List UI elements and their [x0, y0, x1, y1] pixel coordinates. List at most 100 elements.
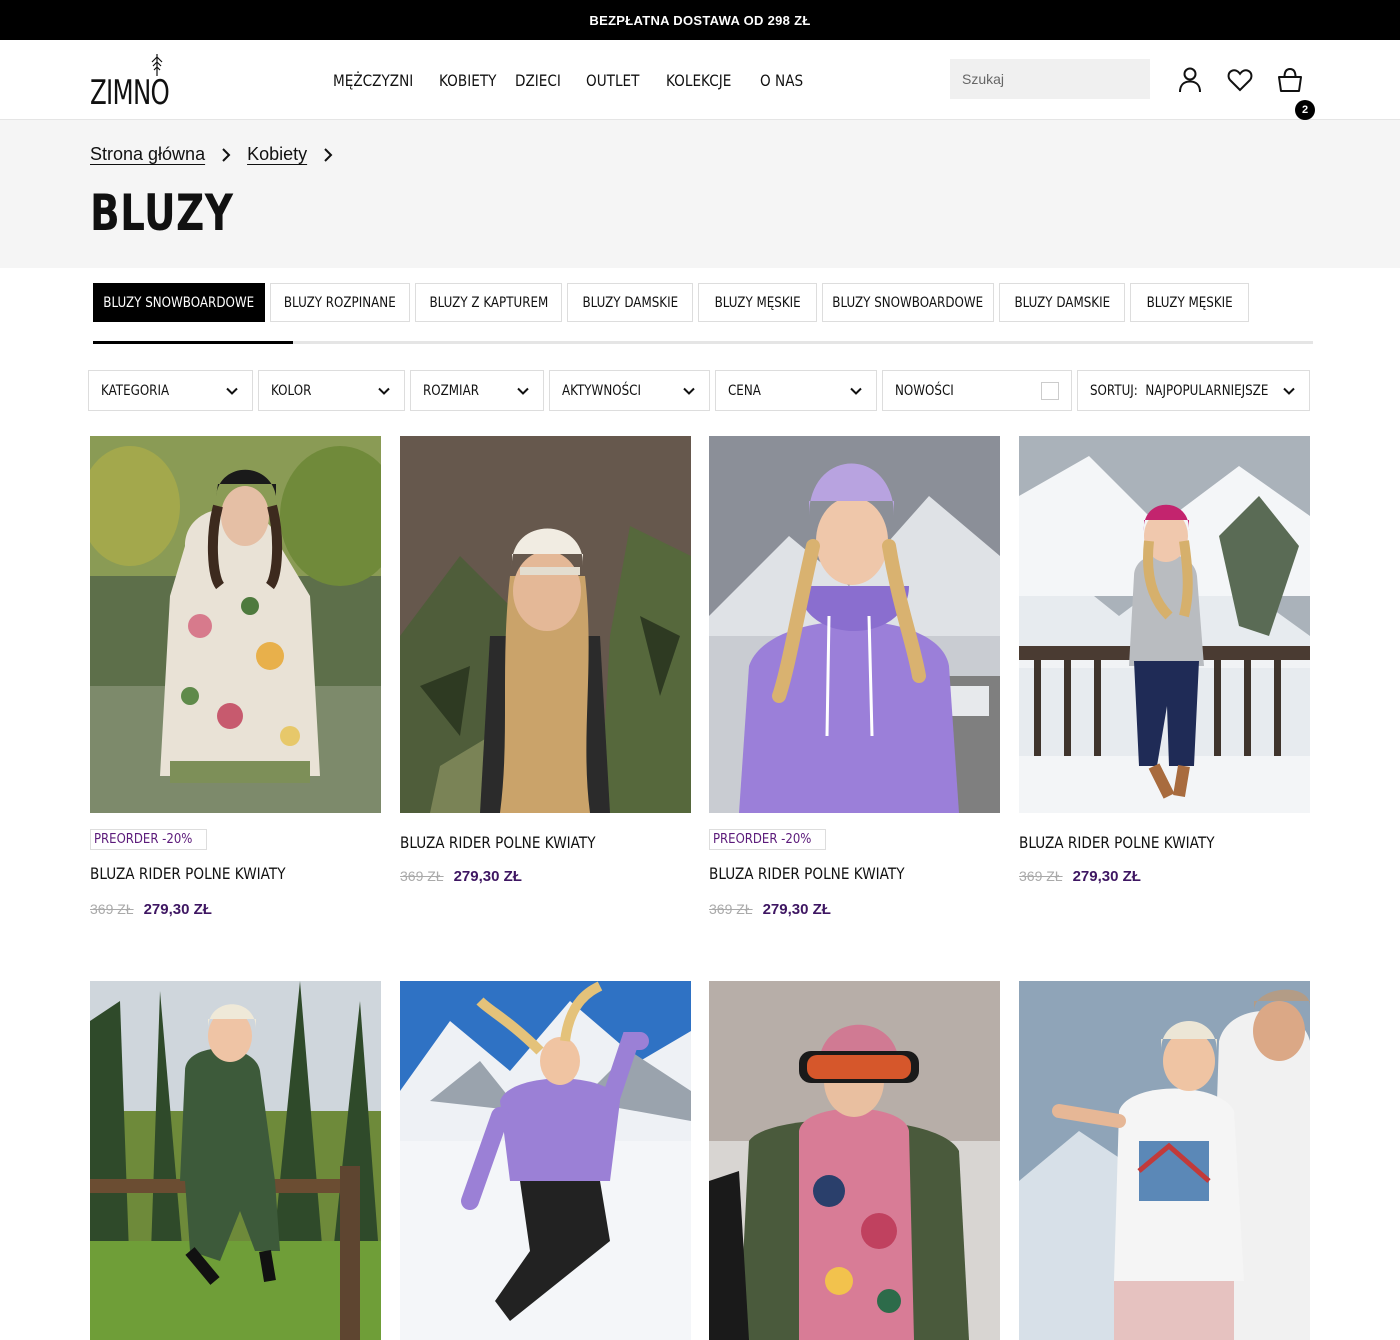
chevron-down-icon: [378, 387, 390, 395]
preorder-badge: PREORDER -20%: [709, 829, 827, 850]
breadcrumb: Strona główna Kobiety: [90, 144, 349, 165]
product-name[interactable]: BLUZA RIDER POLNE KWIATY: [709, 864, 956, 883]
chevron-down-icon: [226, 387, 238, 395]
chevron-down-icon: [683, 387, 695, 395]
free-shipping-text: BEZPŁATNA DOSTAWA OD 298 ZŁ: [589, 12, 811, 28]
product-card[interactable]: [90, 981, 381, 1340]
chip-label: BLUZY MĘSKIE: [714, 294, 801, 311]
chip-zip-hoodies[interactable]: BLUZY ROZPINANE: [270, 283, 410, 322]
sort-label-group: SORTUJ: NAJPOPULARNIEJSZE: [1090, 383, 1268, 399]
product-card[interactable]: PREORDER -20% BLUZA RIDER POLNE KWIATY 3…: [709, 436, 1000, 918]
chip-women-hoodies[interactable]: BLUZY DAMSKIE: [567, 283, 693, 322]
filter-color[interactable]: KOLOR: [258, 370, 405, 411]
product-name[interactable]: BLUZA RIDER POLNE KWIATY: [400, 833, 647, 852]
user-icon[interactable]: [1176, 66, 1204, 94]
chip-men-hoodies-2[interactable]: BLUZY MĘSKIE: [1130, 283, 1249, 322]
nav-item-collections[interactable]: KOLEKCJE: [666, 71, 731, 90]
sale-price: 279,30 ZŁ: [453, 868, 522, 885]
sort-select[interactable]: SORTUJ: NAJPOPULARNIEJSZE: [1077, 370, 1310, 411]
chevron-right-icon: [222, 147, 231, 162]
product-card[interactable]: BLUZA RIDER POLNE KWIATY 369 ZŁ 279,30 Z…: [1019, 436, 1310, 885]
product-name[interactable]: BLUZA RIDER POLNE KWIATY: [1019, 833, 1266, 852]
chip-women-hoodies-2[interactable]: BLUZY DAMSKIE: [999, 283, 1125, 322]
free-shipping-banner: BEZPŁATNA DOSTAWA OD 298 ZŁ: [0, 0, 1400, 40]
new-checkbox[interactable]: [1041, 382, 1059, 400]
product-card[interactable]: PREORDER -20% BLUZA RIDER POLNE KWIATY 3…: [90, 436, 381, 918]
filter-activities[interactable]: AKTYWNOŚCI: [549, 370, 710, 411]
chip-label: BLUZY DAMSKIE: [582, 294, 678, 311]
sale-price: 279,30 ZŁ: [143, 901, 212, 918]
chevron-down-icon: [517, 387, 529, 395]
product-card[interactable]: [1019, 981, 1310, 1340]
nav-item-outlet[interactable]: OUTLET: [586, 71, 639, 90]
product-card[interactable]: [709, 981, 1000, 1340]
old-price: 369 ZŁ: [709, 901, 753, 917]
preorder-badge: PREORDER -20%: [90, 829, 208, 850]
subcategory-chips: BLUZY SNOWBOARDOWE BLUZY ROZPINANE BLUZY…: [93, 283, 1249, 322]
old-price: 369 ZŁ: [400, 868, 444, 884]
chip-snowboard-hoodies[interactable]: BLUZY SNOWBOARDOWE: [93, 283, 265, 322]
chip-label: BLUZY SNOWBOARDOWE: [103, 294, 255, 311]
nav-item-about[interactable]: O NAS: [760, 71, 803, 90]
chevron-right-icon: [324, 147, 333, 162]
filter-label: AKTYWNOŚCI: [562, 382, 641, 399]
nav-item-kids[interactable]: DZIECI: [515, 71, 561, 90]
main-nav: MĘŻCZYZNI KOBIETY DZIECI OUTLET KOLEKCJE…: [333, 40, 820, 120]
category-hero: Strona główna Kobiety BLUZY: [0, 120, 1400, 268]
chip-men-hoodies[interactable]: BLUZY MĘSKIE: [698, 283, 817, 322]
product-image[interactable]: [400, 436, 691, 813]
product-image[interactable]: [90, 981, 381, 1340]
chevron-down-icon: [1283, 387, 1295, 395]
chevron-down-icon: [850, 387, 862, 395]
cart-icon[interactable]: [1276, 66, 1304, 94]
old-price: 369 ZŁ: [1019, 868, 1063, 884]
cart-count-badge: 2: [1295, 100, 1315, 120]
price-row: 369 ZŁ 279,30 ZŁ: [400, 868, 691, 885]
product-card[interactable]: BLUZA RIDER POLNE KWIATY 369 ZŁ 279,30 Z…: [400, 436, 691, 885]
product-image[interactable]: [90, 436, 381, 813]
breadcrumb-women-link[interactable]: Kobiety: [247, 144, 307, 165]
filter-label: KATEGORIA: [101, 382, 170, 399]
site-header: ZIMNO MĘŻCZYZNI KOBIETY DZIECI OUTLET KO…: [0, 40, 1400, 120]
filter-label: NOWOŚCI: [895, 382, 954, 399]
product-image[interactable]: [709, 981, 1000, 1340]
chips-scrollbar-thumb[interactable]: [93, 341, 294, 344]
price-row: 369 ZŁ 279,30 ZŁ: [709, 901, 1000, 918]
filter-label: KOLOR: [271, 382, 312, 399]
filter-size[interactable]: ROZMIAR: [410, 370, 544, 411]
chip-label: BLUZY SNOWBOARDOWE: [832, 294, 984, 311]
logo-wordmark: ZIMNO: [90, 73, 170, 113]
heart-icon[interactable]: [1226, 66, 1254, 94]
search-input[interactable]: [962, 71, 1143, 87]
product-name[interactable]: BLUZA RIDER POLNE KWIATY: [90, 864, 337, 883]
chip-snowboard-hoodies-2[interactable]: BLUZY SNOWBOARDOWE: [822, 283, 994, 322]
filter-new[interactable]: NOWOŚCI: [882, 370, 1072, 411]
chip-hooded-sweatshirts[interactable]: BLUZY Z KAPTUREM: [415, 283, 562, 322]
price-row: 369 ZŁ 279,30 ZŁ: [1019, 868, 1310, 885]
chip-label: BLUZY MĘSKIE: [1146, 294, 1233, 311]
filter-label: ROZMIAR: [423, 382, 479, 399]
product-card[interactable]: [400, 981, 691, 1340]
sale-price: 279,30 ZŁ: [1072, 868, 1141, 885]
product-image[interactable]: [709, 436, 1000, 813]
chips-scrollbar[interactable]: [93, 341, 1313, 344]
page-title: BLUZY: [90, 184, 234, 242]
product-image[interactable]: [400, 981, 691, 1340]
product-image[interactable]: [1019, 981, 1310, 1340]
chip-label: BLUZY ROZPINANE: [284, 294, 396, 311]
price-row: 369 ZŁ 279,30 ZŁ: [90, 901, 381, 918]
filter-label: CENA: [728, 382, 761, 399]
old-price: 369 ZŁ: [90, 901, 134, 917]
breadcrumb-home-link[interactable]: Strona główna: [90, 144, 205, 165]
chip-label: BLUZY DAMSKIE: [1014, 294, 1110, 311]
filter-category[interactable]: KATEGORIA: [88, 370, 253, 411]
filter-price[interactable]: CENA: [715, 370, 877, 411]
zimno-logo[interactable]: ZIMNO: [90, 54, 170, 110]
search-box: [950, 59, 1150, 99]
nav-item-women[interactable]: KOBIETY: [439, 71, 496, 90]
chip-label: BLUZY Z KAPTUREM: [429, 294, 548, 311]
sale-price: 279,30 ZŁ: [762, 901, 831, 918]
nav-item-men[interactable]: MĘŻCZYZNI: [333, 71, 413, 90]
sort-value: NAJPOPULARNIEJSZE: [1145, 382, 1269, 399]
product-image[interactable]: [1019, 436, 1310, 813]
